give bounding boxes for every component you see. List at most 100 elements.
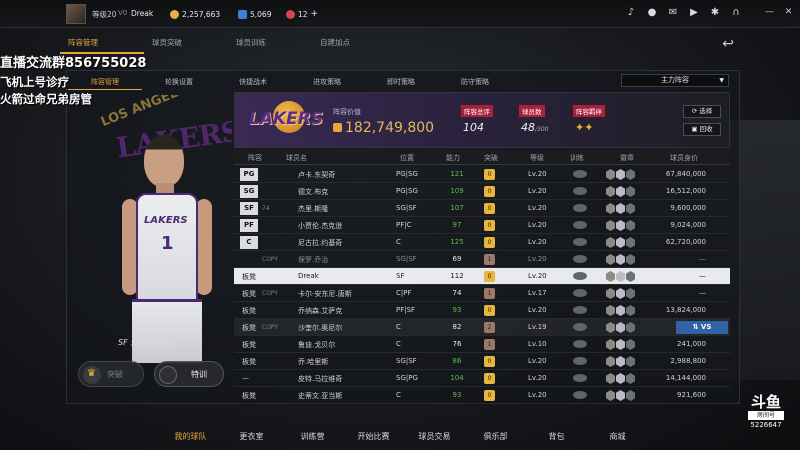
table-row[interactable]: COPY 保罗.乔治 SG|SF 69 1 Lv.20 — xyxy=(234,251,730,268)
player-position: C xyxy=(396,323,401,331)
player-rating: 109 xyxy=(450,187,464,195)
special-training-button[interactable]: 特训 xyxy=(154,361,224,387)
player-level: Lv.20 xyxy=(528,391,547,399)
nav-training-camp[interactable]: 训练营 xyxy=(282,424,343,446)
settings-icon[interactable]: ✱ xyxy=(709,7,721,19)
value-icon xyxy=(333,123,342,132)
coin-icon xyxy=(170,9,179,19)
add-ticket-button[interactable]: + xyxy=(311,9,319,19)
username: Dreak xyxy=(131,9,154,18)
table-row[interactable]: 板凳 乔.哈里斯 SG|SF 86 0 Lv.20 2,988,800 xyxy=(234,353,730,370)
back-icon[interactable]: ↩ xyxy=(722,36,734,52)
nav-my-team[interactable]: 我的球队 xyxy=(160,424,221,446)
player-salary: — xyxy=(699,255,706,263)
player-salary: 2,988,800 xyxy=(670,357,706,365)
table-row[interactable]: SG 德文.布克 PG|SG 109 0 Lv.20 16,512,000 xyxy=(234,183,730,200)
stream-overlay-line-1: 直播交流群856755028 xyxy=(0,56,147,71)
bottom-nav: 我的球队 更衣室 训练营 开始比赛 球员交易 俱乐部 背包 商城 xyxy=(160,424,648,446)
tab-custom-points[interactable]: 自建加点 xyxy=(312,34,396,54)
minimize-icon[interactable]: — xyxy=(764,7,775,18)
badge-icon xyxy=(626,237,635,248)
player-rating: 69 xyxy=(452,255,462,263)
subtab-rotation[interactable]: 轮换设置 xyxy=(142,74,216,90)
badge-icons xyxy=(606,271,635,282)
nav-backpack[interactable]: 背包 xyxy=(526,424,587,446)
lineup-slot: 板凳 xyxy=(242,324,256,332)
badge-icons xyxy=(606,186,635,197)
nav-locker-room[interactable]: 更衣室 xyxy=(221,424,282,446)
badge-icons xyxy=(606,339,635,350)
player-name: 杰里.斯隆 xyxy=(298,205,329,213)
subtab-lineup[interactable]: 阵容管理 xyxy=(68,74,142,90)
training-icon xyxy=(573,374,587,382)
person-icon[interactable]: ● xyxy=(646,7,658,19)
coin-balance: 2,257,663 xyxy=(170,8,220,20)
table-row[interactable]: 板凳 乔纳森.艾萨克 PF|SF 93 0 Lv.20 13,824,000 xyxy=(234,302,730,319)
player-name: 卢卡.东契奇 xyxy=(298,171,336,179)
close-icon[interactable]: ✕ xyxy=(783,7,794,18)
recycle-label: 回收 xyxy=(699,125,713,133)
subtab-offense[interactable]: 进攻策略 xyxy=(290,74,364,90)
player-salary: 16,512,000 xyxy=(665,187,706,195)
bell-icon[interactable]: ♪ xyxy=(625,7,637,19)
player-level: Lv.20 xyxy=(528,238,547,246)
synergy[interactable]: 阵容羁绊 ✦✦ xyxy=(573,105,605,134)
jersey-tag: COPY xyxy=(262,256,279,263)
select-button[interactable]: ⟳ 选择 xyxy=(683,105,721,118)
mail-icon[interactable]: ✉ xyxy=(667,7,679,19)
badge-icon xyxy=(626,339,635,350)
table-row[interactable]: C 尼古拉.约基奇 C 125 0 Lv.20 62,720,000 xyxy=(234,234,730,251)
table-row[interactable]: — 皮特.马拉维奇 SG|PG 104 0 Lv.20 14,144,000 xyxy=(234,370,730,387)
player-shorts xyxy=(132,299,202,363)
player-position: C|PF xyxy=(396,289,412,297)
col-rating: 能力 xyxy=(446,154,460,162)
table-row[interactable]: PF 小贾伦.杰克逊 PF|C 97 0 Lv.20 9,024,000 xyxy=(234,217,730,234)
player-name: 保罗.乔治 xyxy=(298,256,329,264)
table-row[interactable]: 板凳 鲁迪.戈贝尔 C 76 1 Lv.10 241,000 xyxy=(234,336,730,353)
player-name: 乔.哈里斯 xyxy=(298,358,329,366)
badge-icon xyxy=(626,186,635,197)
douyu-watermark: 斗鱼 房间号 5226647 xyxy=(742,394,790,440)
lineup-slot: 板凳 xyxy=(242,358,256,366)
strategy-select[interactable]: 主力阵容 ▼ xyxy=(621,74,729,87)
table-row[interactable]: SF 74 杰里.斯隆 SG|SF 107 0 Lv.20 9,600,000 xyxy=(234,200,730,217)
headset-icon[interactable]: ∩ xyxy=(730,7,742,19)
table-row[interactable]: 板凳 Dreak SF 112 0 Lv.20 — xyxy=(234,268,730,285)
ticket-balance[interactable]: 12 + xyxy=(286,8,318,20)
badge-icon xyxy=(616,220,625,231)
breakthrough-button[interactable]: 突破 xyxy=(78,361,144,387)
recycle-button[interactable]: ▣ 回收 xyxy=(683,123,721,136)
tab-training[interactable]: 球员训练 xyxy=(228,34,312,54)
gem-balance: 5,069 xyxy=(238,8,271,20)
table-row[interactable]: 板凳 COPY 卡尔-安东尼.唐斯 C|PF 74 1 Lv.17 — xyxy=(234,285,730,302)
main-tabs: 阵容管理 球员突破 球员训练 自建加点 xyxy=(60,34,396,54)
breakthrough-badge: 0 xyxy=(484,271,495,282)
logo-text: LAKERS xyxy=(249,109,324,129)
subtab-instant[interactable]: 即时策略 xyxy=(364,74,438,90)
player-level: Lv.20 xyxy=(528,357,547,365)
nav-start-match[interactable]: 开始比赛 xyxy=(343,424,404,446)
avatar[interactable] xyxy=(66,4,86,24)
player-rating: 125 xyxy=(450,238,464,246)
tab-breakthrough[interactable]: 球员突破 xyxy=(144,34,228,54)
nav-trade[interactable]: 球员交易 xyxy=(404,424,465,446)
badge-icons xyxy=(606,305,635,316)
subtab-defense[interactable]: 防守策略 xyxy=(438,74,512,90)
tab-lineup-management[interactable]: 阵容管理 xyxy=(60,34,144,54)
lineup-slot: SF xyxy=(240,202,258,215)
table-row[interactable]: PG 卢卡.东契奇 PG|SG 121 0 Lv.20 67,840,000 xyxy=(234,166,730,183)
training-icon xyxy=(573,238,587,246)
compare-vs-button[interactable]: ⇅ VS xyxy=(676,321,728,334)
badge-icon xyxy=(616,339,625,350)
badge-icon xyxy=(616,169,625,180)
vs-label: VS xyxy=(700,323,712,331)
ticket-icon xyxy=(286,9,295,19)
subtab-quick-tactics[interactable]: 快捷战术 xyxy=(216,74,290,90)
nav-shop[interactable]: 商城 xyxy=(587,424,648,446)
table-row[interactable]: 板凳 史蒂文.亚当斯 C 93 0 Lv.20 921,600 xyxy=(234,387,730,404)
col-salary: 球员身价 xyxy=(670,154,698,162)
nav-club[interactable]: 俱乐部 xyxy=(465,424,526,446)
table-row[interactable]: 板凳 COPY 沙奎尔.奥尼尔 C 82 2 Lv.19 xyxy=(234,319,730,336)
video-icon[interactable]: ▶ xyxy=(688,7,700,19)
player-salary: 241,000 xyxy=(677,340,706,348)
